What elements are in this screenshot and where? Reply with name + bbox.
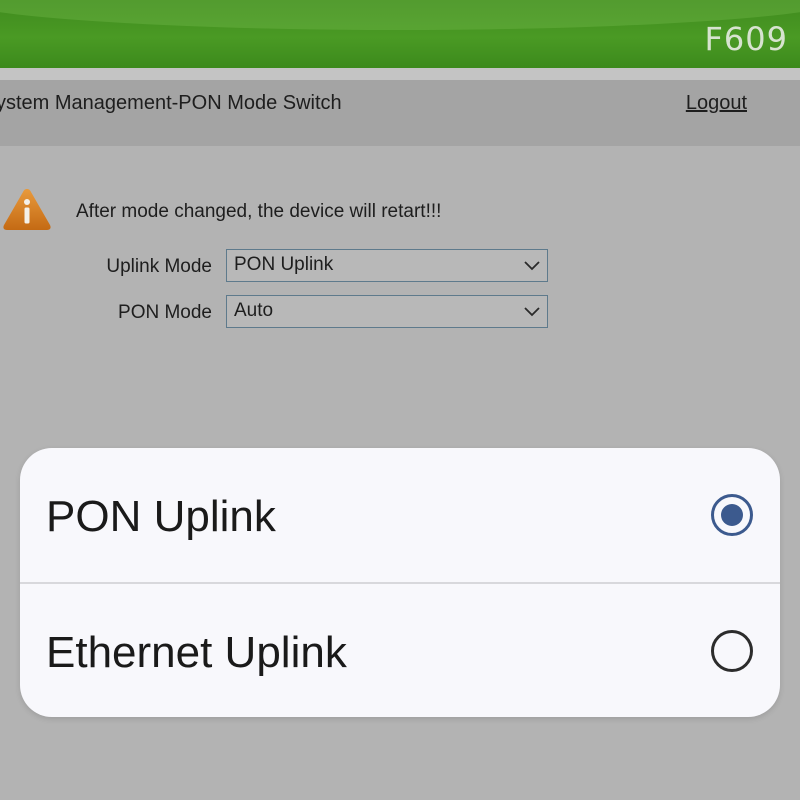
chevron-down-icon [524, 307, 540, 317]
pon-mode-value: Auto [234, 300, 274, 321]
chevron-down-icon [524, 261, 540, 271]
radio-selected[interactable] [711, 494, 753, 536]
header-bar: F609 [0, 0, 800, 68]
warning-icon [3, 189, 51, 230]
option-ethernet-uplink[interactable]: Ethernet Uplink [20, 584, 780, 717]
pon-mode-label: PON Mode [118, 302, 212, 323]
uplink-mode-select[interactable]: PON Uplink [226, 249, 548, 282]
option-label: Ethernet Uplink [46, 628, 347, 677]
uplink-mode-picker: PON Uplink Ethernet Uplink [20, 448, 780, 717]
warning-message: After mode changed, the device will reta… [76, 201, 442, 222]
brand-name: F609 [704, 20, 788, 58]
radio-unselected[interactable] [711, 630, 753, 672]
page-title: ystem Management-PON Mode Switch [0, 92, 342, 114]
header-divider [0, 68, 800, 80]
logout-link[interactable]: Logout [686, 92, 747, 115]
uplink-mode-value: PON Uplink [234, 254, 334, 275]
option-label: PON Uplink [46, 492, 276, 541]
option-pon-uplink[interactable]: PON Uplink [20, 448, 780, 582]
pon-mode-select[interactable]: Auto [226, 295, 548, 328]
uplink-mode-label: Uplink Mode [106, 256, 212, 277]
